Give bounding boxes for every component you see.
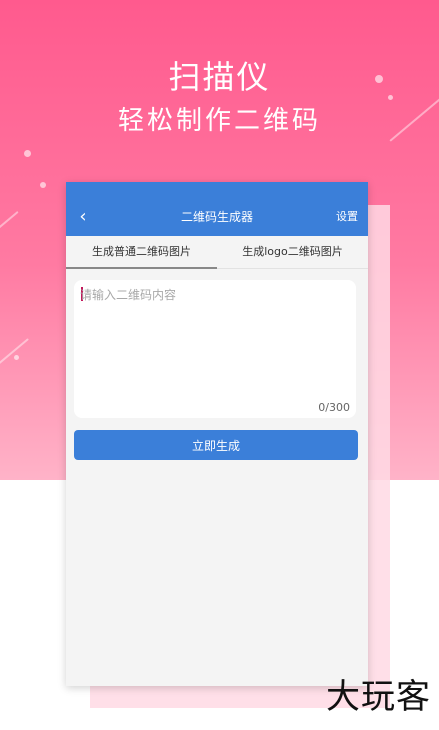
qrcode-content-input[interactable] [80, 286, 346, 390]
character-counter: 0/300 [318, 401, 350, 414]
tab-bar: 生成普通二维码图片 生成logo二维码图片 [66, 236, 368, 269]
tab-logo-qrcode[interactable]: 生成logo二维码图片 [217, 236, 368, 268]
decorative-dot [40, 182, 46, 188]
generate-button[interactable]: 立即生成 [74, 430, 358, 460]
content-input-card: 0/300 [74, 280, 356, 418]
decorative-dot [24, 150, 31, 157]
navbar: ‹ 二维码生成器 设置 [66, 182, 368, 236]
page-title: 二维码生成器 [180, 210, 253, 224]
hero-title: 扫描仪 [168, 58, 271, 96]
watermark-logo: 大玩客 [326, 677, 431, 717]
phone-screen: ‹ 二维码生成器 设置 生成普通二维码图片 生成logo二维码图片 0/300 … [66, 182, 368, 686]
hero-subtitle: 轻松制作二维码 [117, 106, 321, 136]
decorative-dot [14, 355, 19, 360]
settings-button[interactable]: 设置 [336, 208, 358, 224]
decorative-line [0, 210, 19, 232]
tab-normal-qrcode[interactable]: 生成普通二维码图片 [66, 236, 217, 269]
